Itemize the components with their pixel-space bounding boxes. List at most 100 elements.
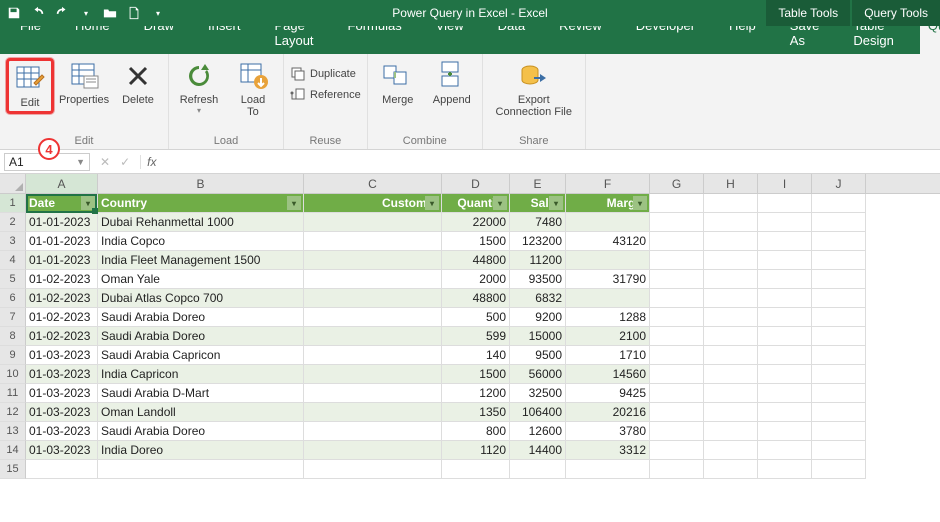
table-cell[interactable]: 48800 [442,289,510,308]
table-cell[interactable]: 1288 [566,308,650,327]
undo-dropdown-icon[interactable]: ▾ [78,5,94,21]
table-cell[interactable]: 500 [442,308,510,327]
formula-input[interactable] [162,150,940,173]
table-cell[interactable]: India Copco [98,232,304,251]
append-button[interactable]: Append [428,58,476,106]
table-cell[interactable]: 14400 [510,441,566,460]
table-cell[interactable] [566,289,650,308]
column-header[interactable]: I [758,174,812,193]
table-cell[interactable] [812,308,866,327]
cells-area[interactable]: Date▾Country▾Customer▾Quantity▾Sales▾Mar… [26,194,866,479]
table-header-cell[interactable] [812,194,866,213]
table-header-cell[interactable]: Sales▾ [510,194,566,213]
table-cell[interactable]: 9200 [510,308,566,327]
table-cell[interactable]: 01-03-2023 [26,441,98,460]
filter-dropdown-icon[interactable]: ▾ [81,196,95,210]
table-cell[interactable] [812,460,866,479]
table-cell[interactable]: 123200 [510,232,566,251]
table-cell[interactable]: 800 [442,422,510,441]
redo-icon[interactable] [54,5,70,21]
table-cell[interactable] [812,422,866,441]
filter-dropdown-icon[interactable]: ▾ [425,196,439,210]
table-cell[interactable]: 1500 [442,365,510,384]
table-cell[interactable] [758,422,812,441]
table-cell[interactable] [304,251,442,270]
export-connection-button[interactable]: Export Connection File [489,58,579,118]
merge-button[interactable]: Merge [374,58,422,106]
table-cell[interactable] [650,213,704,232]
cancel-formula-icon[interactable]: ✕ [100,155,110,169]
table-cell[interactable]: 15000 [510,327,566,346]
table-cell[interactable] [704,346,758,365]
table-cell[interactable]: 01-02-2023 [26,308,98,327]
table-cell[interactable]: India Doreo [98,441,304,460]
undo-icon[interactable] [30,5,46,21]
row-header[interactable]: 2 [0,213,26,232]
table-cell[interactable]: 1200 [442,384,510,403]
table-cell[interactable]: 2100 [566,327,650,346]
table-cell[interactable]: 7480 [510,213,566,232]
table-cell[interactable] [650,232,704,251]
table-cell[interactable]: 1710 [566,346,650,365]
column-header[interactable]: B [98,174,304,193]
table-cell[interactable] [758,441,812,460]
table-header-cell[interactable]: Date▾ [26,194,98,213]
table-cell[interactable]: India Capricon [98,365,304,384]
table-cell[interactable]: 01-03-2023 [26,346,98,365]
table-cell[interactable]: Saudi Arabia Capricon [98,346,304,365]
row-header[interactable]: 4 [0,251,26,270]
table-cell[interactable]: 22000 [442,213,510,232]
accept-formula-icon[interactable]: ✓ [120,155,130,169]
table-cell[interactable] [650,422,704,441]
table-cell[interactable] [704,251,758,270]
table-cell[interactable] [704,365,758,384]
table-cell[interactable]: 9500 [510,346,566,365]
properties-button[interactable]: Properties [60,58,108,106]
table-cell[interactable]: 1350 [442,403,510,422]
table-cell[interactable]: 01-03-2023 [26,403,98,422]
context-tab-query-tools[interactable]: Query Tools [852,0,940,26]
row-header[interactable]: 5 [0,270,26,289]
table-cell[interactable]: 01-01-2023 [26,251,98,270]
table-cell[interactable] [304,346,442,365]
table-cell[interactable] [304,403,442,422]
table-cell[interactable]: Saudi Arabia D-Mart [98,384,304,403]
reference-button[interactable]: Reference [290,85,361,104]
table-cell[interactable]: 01-03-2023 [26,365,98,384]
filter-dropdown-icon[interactable]: ▾ [549,196,563,210]
table-cell[interactable]: 93500 [510,270,566,289]
table-cell[interactable] [304,422,442,441]
table-cell[interactable]: 01-01-2023 [26,232,98,251]
row-header[interactable]: 1 [0,194,26,213]
table-cell[interactable] [812,251,866,270]
table-cell[interactable]: 3780 [566,422,650,441]
row-header[interactable]: 7 [0,308,26,327]
table-cell[interactable] [812,403,866,422]
row-header[interactable]: 11 [0,384,26,403]
table-cell[interactable]: Dubai Atlas Copco 700 [98,289,304,308]
row-header[interactable]: 10 [0,365,26,384]
table-cell[interactable]: 01-02-2023 [26,270,98,289]
table-header-cell[interactable]: Country▾ [98,194,304,213]
table-cell[interactable]: 6832 [510,289,566,308]
table-cell[interactable] [812,441,866,460]
table-cell[interactable]: 12600 [510,422,566,441]
select-all-corner[interactable] [0,174,26,193]
table-cell[interactable] [812,270,866,289]
table-cell[interactable] [812,213,866,232]
table-cell[interactable]: 106400 [510,403,566,422]
table-header-cell[interactable]: Quantity▾ [442,194,510,213]
table-cell[interactable] [758,365,812,384]
table-cell[interactable]: Dubai Rehanmettal 1000 [98,213,304,232]
table-cell[interactable] [304,384,442,403]
table-cell[interactable] [304,327,442,346]
table-cell[interactable] [758,327,812,346]
table-cell[interactable]: 01-02-2023 [26,289,98,308]
table-cell[interactable] [704,289,758,308]
table-cell[interactable] [304,270,442,289]
table-cell[interactable] [304,232,442,251]
open-icon[interactable] [102,5,118,21]
table-cell[interactable]: 20216 [566,403,650,422]
table-header-cell[interactable] [650,194,704,213]
table-cell[interactable]: Oman Yale [98,270,304,289]
